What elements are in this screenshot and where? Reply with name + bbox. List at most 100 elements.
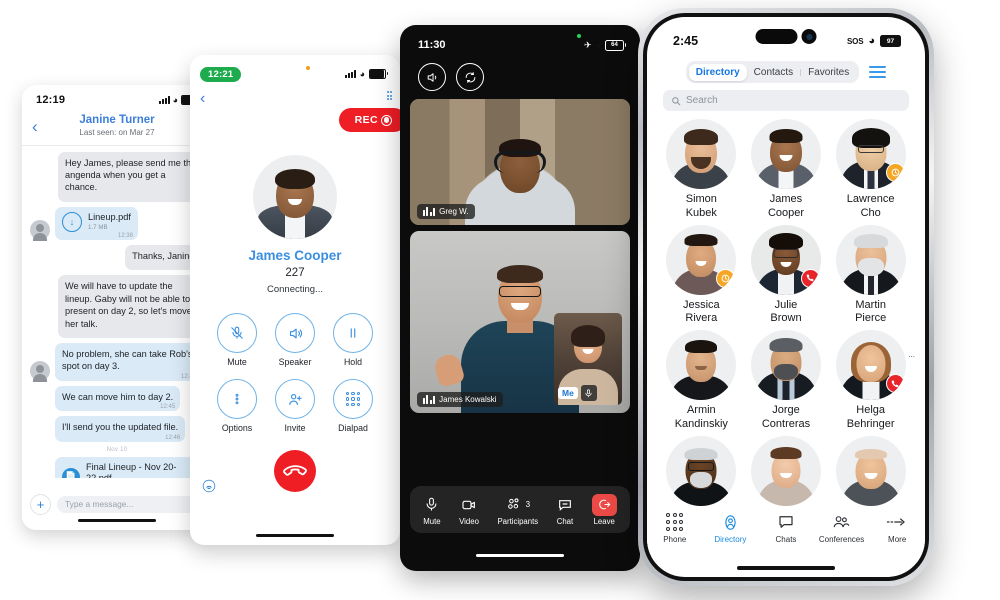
add-person-icon <box>275 379 315 419</box>
contact-first-name: Jessica <box>682 298 720 311</box>
message-input[interactable]: Type a message... <box>57 495 204 513</box>
status-bar: 12:21 ◕ <box>190 55 400 87</box>
view-segmented-control[interactable]: Directory Contacts Favorites <box>686 61 859 83</box>
video-button[interactable]: Video <box>459 494 479 526</box>
tab-conferences[interactable]: Conferences <box>815 511 869 544</box>
chat-button[interactable]: Chat <box>557 494 573 526</box>
tab-directory[interactable]: Directory <box>703 511 757 544</box>
dialpad-icon <box>648 511 702 533</box>
leave-button[interactable]: Leave <box>591 493 617 526</box>
contact-card[interactable]: Armin Kandinskiy <box>661 330 742 432</box>
switch-camera-button[interactable] <box>456 63 484 91</box>
hangup-button[interactable] <box>274 450 316 492</box>
phones-composition: 12:19 ◕ ‹ Janine Turner Last seen: on Ma… <box>0 0 1000 600</box>
search-input[interactable]: Search <box>663 90 909 111</box>
speaker-icon <box>275 313 315 353</box>
file-attachment[interactable]: ↓ Lineup.pdf 1.7 MB <box>62 211 131 232</box>
tab-phone[interactable]: Phone <box>648 511 702 544</box>
record-dot-icon <box>381 114 392 126</box>
mic-icon[interactable] <box>580 385 597 401</box>
leave-icon <box>591 493 617 516</box>
message-text: I'll send you the updated file. <box>62 422 179 433</box>
message-bubble: No problem, she can take Rob's spot on d… <box>55 342 201 381</box>
directory-top-bar: Directory Contacts Favorites <box>647 55 925 83</box>
avatar <box>666 330 737 400</box>
contact-card[interactable]: Julie Brown <box>746 224 827 327</box>
contact-first-name: Julie <box>774 298 798 311</box>
participants-button[interactable]: 3 Participants <box>497 494 538 526</box>
call-controls-grid: Mute Speaker Hold Options Invite Dialpad <box>208 313 382 433</box>
record-button[interactable]: REC <box>338 108 400 132</box>
options-label: Options <box>221 423 253 433</box>
contact-card[interactable] <box>830 435 911 506</box>
dialpad-icon <box>333 379 373 419</box>
mute-button[interactable]: Mute <box>423 494 441 526</box>
avatar <box>666 224 737 295</box>
back-icon[interactable]: ‹ <box>32 118 48 135</box>
chat-bubble-icon <box>759 511 813 533</box>
contact-first-name: Helga <box>856 404 886 416</box>
chat-header: ‹ Janine Turner Last seen: on Mar 27 <box>22 111 212 146</box>
record-label: REC <box>354 114 378 126</box>
device-bezel: 2:45 SOS ◕ 97 Directory Contacts Favorit… <box>643 13 929 581</box>
battery-icon: 64 <box>605 39 626 51</box>
hold-label: Hold <box>343 357 363 367</box>
avatar <box>750 330 821 400</box>
message-text: Thanks, Janine. <box>132 250 197 261</box>
video-tile[interactable]: James Kowalski Me <box>410 231 630 413</box>
contact-card[interactable] <box>746 435 827 506</box>
conference-toolbar: Mute Video 3 Participants Chat Leave <box>410 486 630 533</box>
contact-last-name: Kandinskiy <box>674 417 728 430</box>
contact-card[interactable] <box>661 435 742 506</box>
contact-card[interactable]: Martin Pierce <box>830 224 911 327</box>
battery-icon <box>369 69 388 79</box>
participants-icon: 3 <box>497 494 538 516</box>
speaker-button[interactable]: Speaker <box>275 313 315 367</box>
home-indicator <box>256 534 334 537</box>
conference-top-controls <box>400 57 640 99</box>
download-icon: ↓ <box>62 211 82 232</box>
message-thread[interactable]: Hey James, please send me the angenda wh… <box>22 146 212 488</box>
contact-last-name: Contreras <box>761 417 811 430</box>
contact-last-name: Behringer <box>846 417 895 430</box>
more-dots-icon[interactable] <box>386 91 392 100</box>
tab-contacts[interactable]: Contacts <box>747 64 800 81</box>
tab-favorites[interactable]: Favorites <box>801 64 856 81</box>
tab-chats[interactable]: Chats <box>759 511 813 544</box>
message-row: Hey James, please send me the angenda wh… <box>30 151 204 202</box>
speaker-toggle-button[interactable] <box>418 63 446 91</box>
contact-card[interactable]: Jorge Contreras <box>746 330 827 432</box>
airplay-icon[interactable] <box>202 479 216 493</box>
video-tile[interactable]: Greg W. <box>410 99 630 225</box>
message-time: 12:38 <box>117 232 133 239</box>
add-attachment-button[interactable]: + <box>30 493 51 515</box>
wifi-icon: ◕ <box>359 68 365 79</box>
wifi-icon: ◕ <box>868 34 875 47</box>
search-placeholder: Search <box>686 95 718 106</box>
invite-button[interactable]: Invite <box>275 379 315 433</box>
back-icon[interactable]: ‹ <box>200 91 205 107</box>
recording-indicator-dot <box>306 66 310 70</box>
status-badge <box>885 163 905 182</box>
avatar <box>666 435 737 506</box>
dialpad-button[interactable]: Dialpad <box>333 379 373 433</box>
contact-first-name: James <box>769 193 803 205</box>
directory-icon <box>703 511 757 533</box>
options-button[interactable]: Options <box>217 379 257 433</box>
contact-card[interactable]: Lawrence Cho <box>830 119 911 221</box>
message-row: No problem, she can take Rob's spot on d… <box>30 342 204 382</box>
hold-button[interactable]: Hold <box>333 313 373 367</box>
contact-card[interactable]: James Cooper <box>746 119 827 221</box>
tab-directory[interactable]: Directory <box>688 63 747 81</box>
contact-card[interactable]: Simon Kubek <box>661 119 742 221</box>
mute-button[interactable]: Mute <box>217 313 257 367</box>
tab-more[interactable]: More <box>870 511 924 544</box>
message-bubble-file[interactable]: ↓ Lineup.pdf 1.7 MB 12:38 <box>55 206 138 240</box>
contact-name: Janine Turner <box>79 114 155 126</box>
hamburger-icon[interactable] <box>868 66 886 78</box>
self-video-tile[interactable]: Me <box>554 313 622 405</box>
battery-icon: 97 <box>880 35 903 47</box>
contact-card[interactable]: Helga Behringer <box>830 330 911 432</box>
contact-card[interactable]: Jessica Rivera <box>661 224 742 327</box>
contact-first-name: Jorge <box>772 404 800 416</box>
